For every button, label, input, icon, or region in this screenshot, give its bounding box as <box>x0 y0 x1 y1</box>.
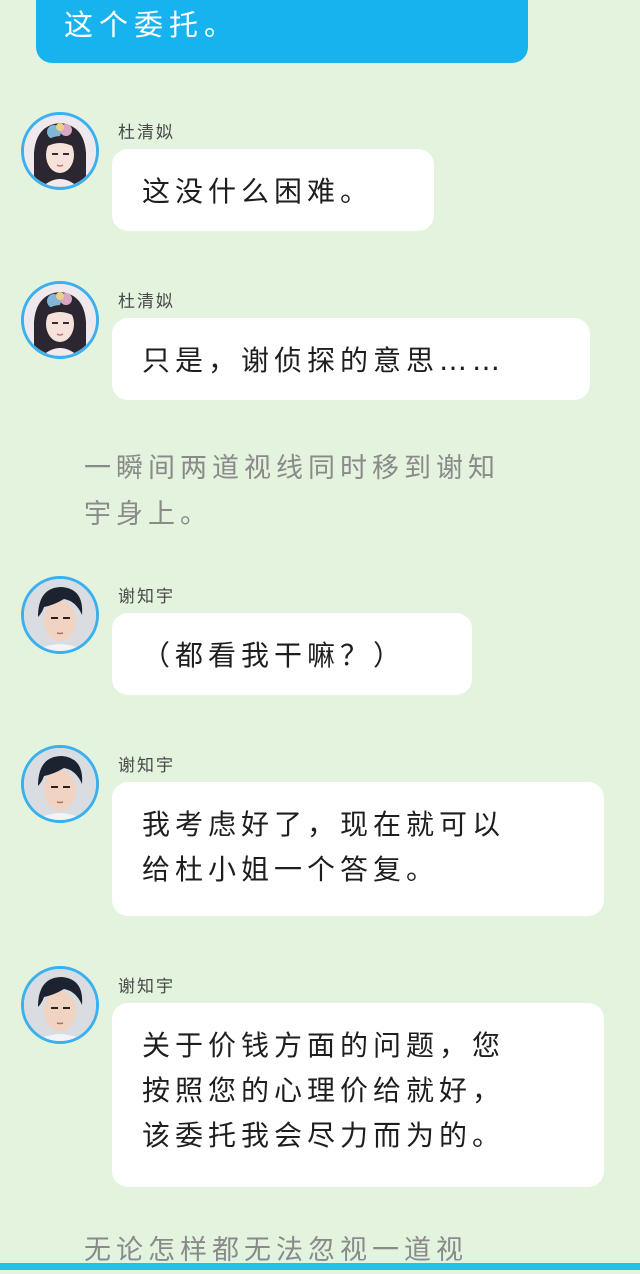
message-text-line: 关于价钱方面的问题，您 <box>142 1029 506 1062</box>
message-bubble: 只是，谢侦探的意思…… <box>112 318 590 400</box>
bottom-bar <box>0 1263 640 1270</box>
message-text-line: 给杜小姐一个答复。 <box>142 853 440 886</box>
sender-name: 谢知宇 <box>118 977 175 997</box>
message-bubble: （都看我干嘛？） <box>112 613 472 695</box>
male-avatar-icon[interactable] <box>21 745 99 823</box>
female-avatar-icon[interactable] <box>21 281 99 359</box>
male-avatar-icon[interactable] <box>21 966 99 1044</box>
sender-name: 杜清姒 <box>118 123 175 143</box>
message-text: 这没什么困难。 <box>142 175 374 208</box>
male-avatar-icon[interactable] <box>21 576 99 654</box>
previous-message-text: 这个委托。 <box>64 8 240 42</box>
sender-name: 谢知宇 <box>118 756 175 776</box>
message-text: 只是，谢侦探的意思…… <box>142 344 506 377</box>
message-text-line: 我考虑好了，现在就可以 <box>142 808 506 841</box>
sender-name: 杜清姒 <box>118 292 175 312</box>
narration-line: 一瞬间两道视线同时移到谢知 <box>84 453 500 484</box>
message-bubble: 我考虑好了，现在就可以 给杜小姐一个答复。 <box>112 782 604 916</box>
message-text-line: 该委托我会尽力而为的。 <box>142 1119 506 1152</box>
message-bubble: 这没什么困难。 <box>112 149 434 231</box>
previous-message-bubble: 这个委托。 <box>36 0 528 63</box>
sender-name: 谢知宇 <box>118 587 175 607</box>
narration-text: 一瞬间两道视线同时移到谢知 宇身上。 <box>84 446 554 538</box>
message-text: （都看我干嘛？） <box>142 639 407 672</box>
narration-line: 宇身上。 <box>84 499 212 530</box>
message-bubble: 关于价钱方面的问题，您 按照您的心理价给就好， 该委托我会尽力而为的。 <box>112 1003 604 1187</box>
message-text-line: 按照您的心理价给就好， <box>142 1074 506 1107</box>
female-avatar-icon[interactable] <box>21 112 99 190</box>
